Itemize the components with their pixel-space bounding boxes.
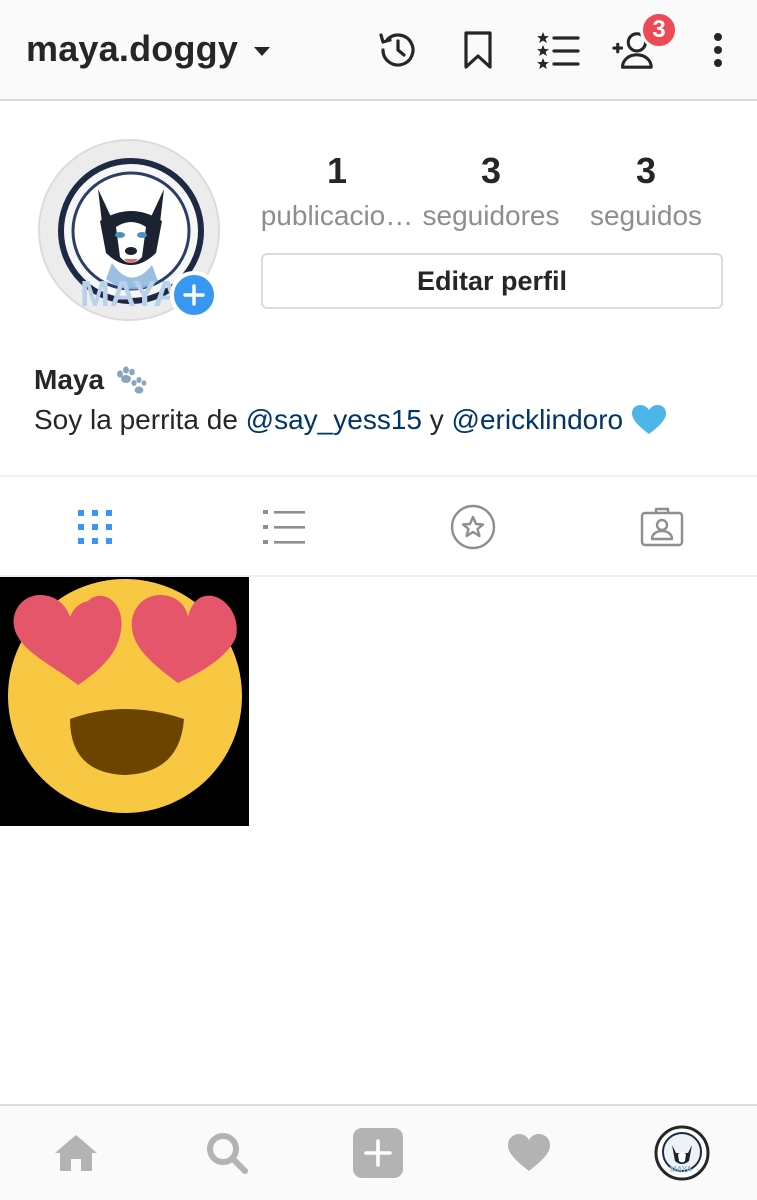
close-friends-list-icon[interactable] xyxy=(536,28,580,72)
avatar-logo-text: MAYA xyxy=(80,273,179,314)
add-post-icon xyxy=(352,1128,403,1178)
tab-saved[interactable] xyxy=(378,477,567,577)
saved-bookmark-icon[interactable] xyxy=(456,28,500,72)
edit-profile-button[interactable]: Editar perfil xyxy=(261,253,723,309)
nav-activity[interactable] xyxy=(453,1106,604,1200)
profile-view-tabs xyxy=(0,475,757,577)
nav-add-post[interactable] xyxy=(302,1106,453,1200)
bio-mention-link[interactable]: @ericklindoro xyxy=(452,404,624,436)
tab-list[interactable] xyxy=(189,477,378,577)
paw-prints-icon xyxy=(112,365,148,395)
notification-badge: 3 xyxy=(640,11,678,49)
tab-tagged[interactable] xyxy=(567,477,756,577)
tab-grid[interactable] xyxy=(0,477,189,577)
grid-icon xyxy=(77,510,112,544)
heart-eyes-emoji xyxy=(0,577,249,826)
bio-text-prefix: Soy la perrita de xyxy=(34,404,246,435)
following-count[interactable]: 3 seguidos xyxy=(566,148,726,238)
archive-history-icon[interactable] xyxy=(376,28,420,72)
bio-text: Soy la perrita de @say_yess15 y @erickli… xyxy=(34,404,667,436)
username-title: maya.doggy xyxy=(26,28,239,69)
star-circle-icon xyxy=(450,504,495,550)
tagged-person-icon xyxy=(640,507,683,547)
profile-avatar: MAYA xyxy=(654,1125,709,1181)
search-icon xyxy=(206,1133,248,1174)
account-switcher[interactable]: maya.doggy xyxy=(26,28,271,70)
followers-count-label: seguidores xyxy=(422,200,560,231)
bio-text-middle: y xyxy=(421,404,452,435)
blue-heart-icon xyxy=(631,404,667,436)
bottom-navigation: MAYA xyxy=(0,1104,757,1200)
home-icon xyxy=(54,1135,97,1171)
nav-home[interactable] xyxy=(0,1106,151,1200)
activity-heart-icon xyxy=(507,1134,550,1171)
followers-count-value: 3 xyxy=(480,150,502,191)
bio-name-row: Maya xyxy=(34,364,148,396)
following-count-label: seguidos xyxy=(589,200,703,231)
posts-count: 1 publicacio… xyxy=(257,148,417,238)
nav-avatar-logo-text: MAYA xyxy=(670,1165,692,1174)
following-count-value: 3 xyxy=(635,150,657,191)
more-options-icon[interactable] xyxy=(696,28,740,72)
posts-count-value: 1 xyxy=(326,150,348,191)
nav-profile[interactable]: MAYA xyxy=(606,1106,757,1200)
bio-display-name: Maya xyxy=(34,364,105,395)
add-story-button[interactable] xyxy=(170,271,218,319)
chevron-down-icon xyxy=(254,46,271,56)
posts-count-label: publicacio… xyxy=(260,200,414,231)
list-icon xyxy=(262,510,305,544)
post-thumbnail[interactable] xyxy=(0,577,249,826)
nav-search[interactable] xyxy=(151,1106,302,1200)
top-bar: maya.doggy 3 xyxy=(0,0,757,101)
bio-mention-link[interactable]: @say_yess15 xyxy=(246,404,422,436)
followers-count[interactable]: 3 seguidores xyxy=(411,148,571,238)
